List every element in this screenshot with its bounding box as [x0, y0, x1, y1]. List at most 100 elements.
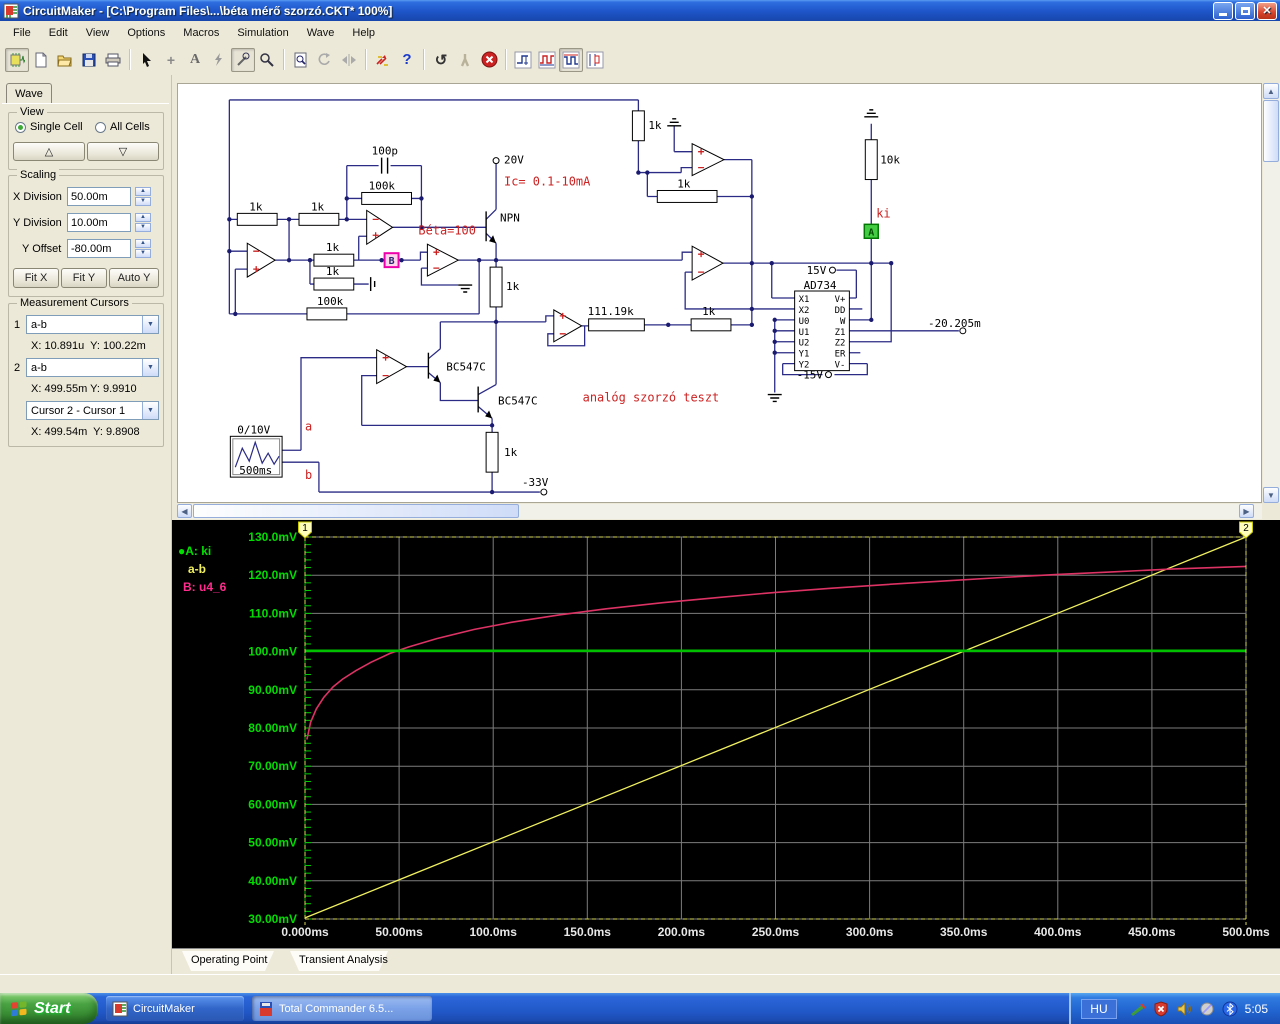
scope-square-button[interactable] — [535, 48, 559, 72]
schematic-horizontal-scrollbar[interactable]: ◀ ▶ — [177, 504, 1262, 519]
cursor1-signal-combo[interactable]: a-b ▼ — [26, 315, 159, 334]
menu-edit[interactable]: Edit — [40, 23, 77, 43]
chevron-down-icon[interactable]: ▼ — [142, 359, 158, 376]
radio-single-cell[interactable]: Single Cell — [15, 121, 83, 133]
tab-transient-analysis[interactable]: Transient Analysis — [290, 951, 388, 971]
update-status-icon[interactable] — [1199, 1001, 1215, 1017]
probe-tool-button[interactable] — [231, 47, 255, 72]
menu-view[interactable]: View — [77, 23, 119, 43]
cursor2-signal-combo[interactable]: a-b ▼ — [26, 358, 159, 377]
spin-down-icon[interactable]: ▼ — [135, 249, 151, 258]
text-tool-button[interactable]: A — [183, 48, 207, 72]
language-indicator[interactable]: HU — [1081, 998, 1117, 1019]
y-offset-input[interactable] — [67, 239, 131, 258]
taskbar-item-circuitmaker[interactable]: CircuitMaker — [106, 996, 244, 1021]
scroll-right-icon[interactable]: ▶ — [1239, 504, 1254, 518]
capacitor[interactable] — [380, 157, 389, 174]
chevron-down-icon[interactable]: ▼ — [142, 316, 158, 333]
spin-up-icon[interactable]: ▲ — [135, 239, 151, 248]
start-button[interactable]: Start — [0, 993, 98, 1024]
place-part-button[interactable]: + — [159, 48, 183, 72]
y-offset-spinner[interactable]: ▲ ▼ — [135, 239, 151, 258]
auto-y-button[interactable]: Auto Y — [109, 268, 159, 288]
help-button[interactable]: ? — [395, 48, 419, 72]
bluetooth-icon[interactable] — [1222, 1001, 1238, 1017]
maximize-button[interactable] — [1235, 1, 1255, 20]
tab-operating-point[interactable]: Operating Point — [182, 951, 274, 971]
fit-y-button[interactable]: Fit Y — [61, 268, 107, 288]
scope-mixed-button[interactable] — [583, 48, 607, 72]
vertical-scroll-thumb[interactable] — [1263, 100, 1279, 162]
waveform-region[interactable]: 130.0mV 120.0mV 110.0mV 100.0mV 90.00mV 80.00… — [172, 520, 1280, 948]
find-button[interactable] — [289, 48, 313, 72]
menu-options[interactable]: Options — [118, 23, 174, 43]
ic-pin-label: W — [840, 317, 846, 327]
legend-trace-b[interactable]: B: u4_6 — [178, 578, 226, 596]
y-division-spinner[interactable]: ▲ ▼ — [135, 213, 151, 232]
wire-tool-button[interactable] — [207, 48, 231, 72]
legend-trace-a[interactable]: ●A: ki — [178, 542, 226, 560]
menu-wave[interactable]: Wave — [298, 23, 344, 43]
rotate-button[interactable] — [313, 48, 337, 72]
trace-b-u4-6[interactable] — [306, 565, 1247, 740]
spin-up-icon[interactable]: ▲ — [135, 213, 151, 222]
zoom-tool-button[interactable] — [255, 48, 279, 72]
mirror-button[interactable] — [337, 48, 361, 72]
toolbar: + A ? ↺ — [0, 44, 1280, 75]
save-button[interactable] — [77, 48, 101, 72]
cell-wave-toggle-button[interactable] — [5, 47, 29, 72]
menu-simulation[interactable]: Simulation — [228, 23, 297, 43]
x-division-input[interactable] — [67, 187, 131, 206]
menu-help[interactable]: Help — [343, 23, 384, 43]
menu-file[interactable]: File — [4, 23, 40, 43]
cursor-diff-combo[interactable]: Cursor 2 - Cursor 1 ▼ — [26, 401, 159, 420]
transistor[interactable] — [427, 211, 487, 413]
horizontal-scroll-thumb[interactable] — [193, 504, 519, 518]
volume-icon[interactable] — [1176, 1001, 1192, 1017]
minimize-button[interactable] — [1213, 1, 1233, 20]
schematic-vertical-scrollbar[interactable]: ▲ ▼ — [1263, 83, 1280, 503]
menu-macros[interactable]: Macros — [174, 23, 228, 43]
x-tick-label: 350.0ms — [940, 925, 988, 939]
x-division-spinner[interactable]: ▲ ▼ — [135, 187, 151, 206]
trace-ab-label: a-b — [188, 562, 206, 576]
resistor[interactable] — [236, 110, 878, 473]
scroll-up-icon[interactable]: ▲ — [1263, 83, 1279, 99]
waveform-plot[interactable]: 130.0mV 120.0mV 110.0mV 100.0mV 90.00mV 80.00… — [172, 520, 1280, 948]
radio-all-cells[interactable]: All Cells — [95, 121, 150, 133]
setup-button[interactable] — [453, 48, 477, 72]
security-shield-icon[interactable] — [1153, 1000, 1169, 1017]
component-label: 1k — [249, 200, 263, 213]
scope-square2-button[interactable] — [559, 47, 583, 72]
tab-wave[interactable]: Wave — [6, 83, 52, 104]
chevron-down-icon[interactable]: ▼ — [142, 402, 158, 419]
schematic-canvas[interactable]: 20V NPN 100p 100k 1k 1k 1k 1k 100k 1k 1k 1k 10k 111.1… — [177, 83, 1262, 503]
scroll-left-icon[interactable]: ◀ — [177, 504, 192, 518]
y-division-input[interactable] — [67, 213, 131, 232]
cell-up-button[interactable]: △ — [13, 142, 85, 161]
spin-up-icon[interactable]: ▲ — [135, 187, 151, 196]
scope-step-button[interactable] — [511, 48, 535, 72]
spin-down-icon[interactable]: ▼ — [135, 197, 151, 206]
cell-down-button[interactable]: ▽ — [87, 142, 159, 161]
circuitmaker-task-icon — [112, 1001, 128, 1016]
fit-x-button[interactable]: Fit X — [13, 268, 59, 288]
y-tick-label: 120.0mV — [248, 568, 297, 582]
stop-simulation-button[interactable] — [477, 48, 501, 72]
reset-button[interactable]: ↺ — [429, 48, 453, 72]
legend-trace-ab[interactable]: a-b — [178, 560, 226, 578]
scroll-down-icon[interactable]: ▼ — [1263, 487, 1279, 503]
close-button[interactable]: ✕ — [1257, 1, 1277, 20]
scope-square-wave2-icon — [562, 51, 580, 68]
new-file-button[interactable] — [29, 48, 53, 72]
tablet-pen-icon[interactable] — [1130, 1001, 1146, 1017]
ic-pin-label: V+ — [835, 295, 846, 305]
scope-mixed-icon — [586, 51, 604, 68]
print-button[interactable] — [101, 48, 125, 72]
open-file-button[interactable] — [53, 48, 77, 72]
cursor1-index: 1 — [14, 319, 21, 331]
check-probes-button[interactable] — [371, 48, 395, 72]
select-arrow-button[interactable] — [135, 48, 159, 72]
spin-down-icon[interactable]: ▼ — [135, 223, 151, 232]
taskbar-item-total-commander[interactable]: Total Commander 6.5... — [252, 996, 432, 1021]
